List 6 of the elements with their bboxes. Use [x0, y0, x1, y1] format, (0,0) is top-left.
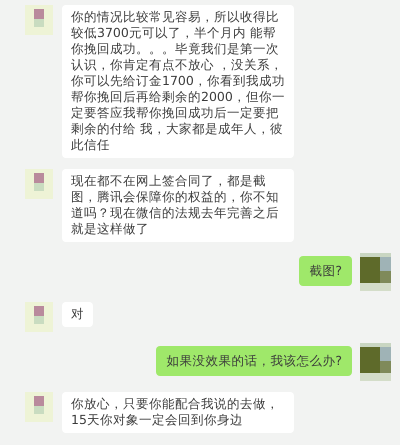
- message-bubble: 现在都不在网上签合同了，都是截图，腾讯会保障你的权益的，你不知道吗？现在微信的法规去年完善之后就是这样做了: [62, 169, 294, 242]
- message-bubble: 你放心，只要你能配合我说的去做，15天你对象一定会回到你身边: [62, 392, 294, 433]
- message-bubble: 你的情况比较常见容易，所以收得比较低3700元可以了，半个月内 能帮你挽回成功。。。毕竟我们是第一次认识，你肯定有点不放心 ，没关系，你可以先给订金1700，你看到我成功帮你挽回后再给剩余的2000，但你一定要答应我帮你挽回成功后一定要把剩余的付给 我，大家都是成年人，彼此信任: [62, 5, 294, 158]
- message-bubble: 截图?: [299, 256, 352, 286]
- message-bubble: 如果没效果的话，我该怎么办?: [156, 346, 352, 376]
- message-bubble: 对: [62, 302, 93, 327]
